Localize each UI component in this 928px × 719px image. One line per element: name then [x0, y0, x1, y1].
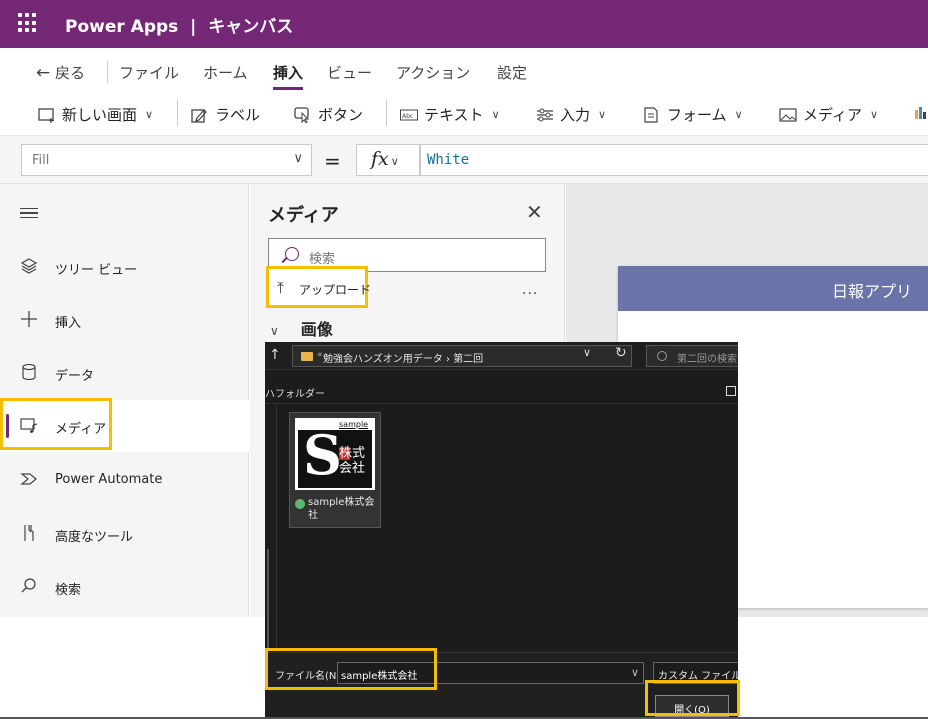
- chevron-down-icon: ∨: [390, 155, 399, 168]
- dialog-search-input[interactable]: 第二回の検索: [646, 345, 738, 367]
- logo-letter: S: [303, 423, 342, 487]
- search-icon: [657, 351, 667, 361]
- nav-search[interactable]: 検索: [0, 561, 249, 613]
- chart-icon: [914, 104, 928, 120]
- chevron-down-icon: ∨: [293, 151, 303, 166]
- toolbar-divider: [177, 100, 178, 126]
- menu-divider: [107, 61, 108, 83]
- menu-insert[interactable]: 挿入: [273, 62, 304, 90]
- menu-home[interactable]: ホーム: [203, 62, 248, 83]
- file-name-label: sample株式会社: [308, 497, 375, 521]
- chevron-down-icon[interactable]: ∨: [583, 346, 591, 359]
- layers-icon: [20, 257, 38, 275]
- menu-settings[interactable]: 設定: [497, 62, 527, 83]
- property-dropdown[interactable]: Fill ∨: [21, 144, 312, 176]
- input-button[interactable]: 入力 ∨: [536, 104, 606, 125]
- file-item[interactable]: sample S 株式会社 sample株式会社: [289, 412, 381, 528]
- active-indicator: [6, 414, 9, 438]
- arrow-left-icon: ←: [36, 63, 51, 83]
- logo-kanji: 株式会社: [339, 446, 366, 476]
- power-automate-icon: [20, 470, 38, 488]
- database-icon: [20, 363, 38, 381]
- pointer-icon: [294, 106, 312, 124]
- chart-button[interactable]: [914, 104, 928, 120]
- media-button[interactable]: メディア ∨: [779, 104, 878, 125]
- search-icon: [285, 247, 299, 261]
- label-edit-icon: [191, 107, 209, 123]
- dialog-command-bar: ハフォルダー: [265, 370, 738, 404]
- thumbnail-small-text: sample: [339, 420, 369, 429]
- media-icon: [20, 416, 38, 434]
- address-path[interactable]: « 勉強会ハンズオン用データ › 第二回: [292, 345, 632, 367]
- app-launcher-icon[interactable]: [18, 13, 38, 33]
- new-folder-button[interactable]: ハフォルダー: [265, 385, 325, 400]
- filename-label: ファイル名(N):: [275, 671, 344, 682]
- hamburger-icon[interactable]: [20, 208, 38, 218]
- upload-button[interactable]: ⤒ アップロード: [266, 266, 371, 308]
- svg-text:Abc: Abc: [402, 113, 413, 120]
- sync-check-icon: [295, 499, 305, 509]
- image-icon: [779, 107, 797, 123]
- app-title: Power Apps | キャンバス: [65, 17, 294, 37]
- sliders-icon: [536, 107, 554, 123]
- chevron-down-icon: ∨: [270, 324, 279, 338]
- folder-icon: [301, 352, 313, 361]
- back-button[interactable]: ← 戻る: [36, 62, 85, 83]
- dialog-address-bar: ↑ « 勉強会ハンズオン用データ › 第二回 ∨ ↻ 第二回の検索: [265, 342, 738, 370]
- dialog-nav-pane: [265, 404, 277, 652]
- form-button[interactable]: フォーム ∨: [643, 104, 743, 125]
- menu-bar: ← 戻る ファイル ホーム 挿入 ビュー アクション 設定: [0, 48, 928, 90]
- formula-input[interactable]: White: [420, 144, 928, 176]
- new-screen-icon: [38, 107, 56, 123]
- menu-action[interactable]: アクション: [396, 62, 470, 83]
- toolbar-divider: [386, 100, 387, 126]
- menu-view[interactable]: ビュー: [327, 62, 372, 83]
- open-button[interactable]: 開く(O): [655, 695, 729, 717]
- chevron-down-icon[interactable]: ∨: [631, 666, 639, 679]
- menu-file[interactable]: ファイル: [119, 62, 179, 83]
- ribbon-toolbar: 新しい画面 ∨ ラベル ボタン Abc テキスト ∨ 入力 ∨ フォーム ∨ メディア ∨: [0, 90, 928, 136]
- dialog-footer: ファイル名(N): sample株式会社 ∨ カスタム ファイル 開く(O): [265, 652, 738, 719]
- text-abc-icon: Abc: [400, 107, 418, 123]
- form-icon: [643, 106, 661, 123]
- images-section-header[interactable]: ∨ 画像: [268, 316, 333, 340]
- file-type-select[interactable]: カスタム ファイル: [653, 662, 738, 684]
- new-screen-button[interactable]: 新しい画面 ∨: [38, 104, 153, 125]
- panel-title: メディア: [268, 205, 339, 226]
- tools-icon: [20, 524, 38, 542]
- nav-insert[interactable]: 挿入: [0, 294, 249, 346]
- upload-icon: ⤒: [277, 278, 285, 297]
- text-button[interactable]: Abc テキスト ∨: [400, 104, 500, 125]
- equals-sign: =: [324, 149, 341, 173]
- button-button[interactable]: ボタン: [294, 104, 363, 125]
- arrow-up-icon[interactable]: ↑: [269, 347, 281, 363]
- nav-media[interactable]: メディア: [0, 400, 249, 452]
- more-icon[interactable]: ...: [522, 282, 538, 298]
- nav-data[interactable]: データ: [0, 347, 249, 399]
- title-bar: Power Apps | キャンバス: [0, 0, 928, 48]
- left-nav: ツリー ビュー 挿入 データ メディア Power Automate 高度なツー…: [0, 184, 249, 617]
- close-icon[interactable]: ✕: [526, 200, 543, 224]
- nav-tree-view[interactable]: ツリー ビュー: [0, 241, 249, 293]
- label-button[interactable]: ラベル: [191, 104, 260, 125]
- search-icon: [20, 577, 38, 595]
- formula-bar: Fill ∨ = fx ∨ White: [0, 136, 928, 184]
- view-icon[interactable]: [726, 386, 736, 396]
- refresh-icon[interactable]: ↻: [615, 345, 627, 361]
- scrollbar[interactable]: [267, 549, 269, 649]
- file-thumbnail: sample S 株式会社: [295, 418, 375, 490]
- fx-button[interactable]: fx ∨: [356, 144, 420, 176]
- nav-power-automate[interactable]: Power Automate: [0, 454, 249, 506]
- file-open-dialog: ↑ « 勉強会ハンズオン用データ › 第二回 ∨ ↻ 第二回の検索 ハフォルダー…: [265, 342, 738, 719]
- nav-advanced-tools[interactable]: 高度なツール: [0, 508, 249, 560]
- filename-input[interactable]: sample株式会社 ∨: [337, 662, 644, 684]
- plus-icon: [20, 310, 38, 328]
- app-header-label[interactable]: 日報アプリ: [618, 266, 928, 311]
